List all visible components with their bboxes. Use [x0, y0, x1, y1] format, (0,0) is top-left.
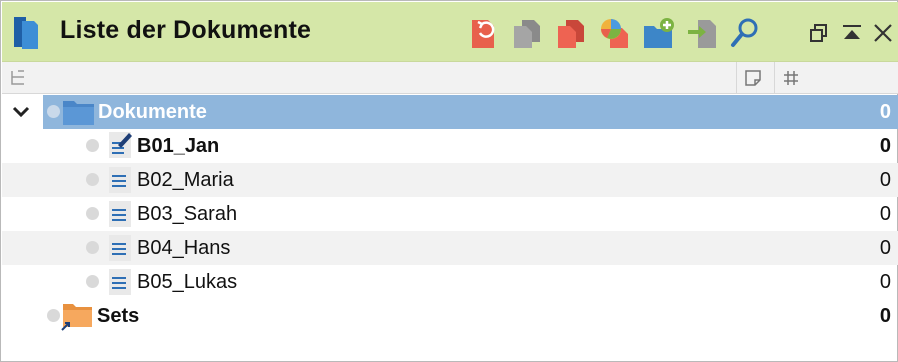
multiple-documents-icon[interactable]	[554, 16, 588, 50]
memo-icon[interactable]	[744, 69, 762, 87]
column-header	[2, 62, 898, 94]
pie-chart-document-icon[interactable]	[598, 16, 632, 50]
document-label: B01_Jan	[137, 135, 220, 157]
column-divider[interactable]	[774, 62, 775, 93]
document-count: 0	[879, 169, 891, 191]
document-count: 0	[879, 237, 891, 259]
collapse-up-icon[interactable]	[841, 22, 863, 44]
status-bullet	[86, 207, 99, 220]
status-bullet	[86, 173, 99, 186]
copy-documents-icon[interactable]	[510, 16, 544, 50]
document-row[interactable]: B03_Sarah 0	[2, 197, 898, 231]
document-label: B04_Hans	[137, 237, 231, 259]
status-bullet	[86, 275, 99, 288]
document-label: B03_Sarah	[137, 203, 238, 225]
sets-row[interactable]: Sets 0	[2, 299, 898, 333]
document-row[interactable]: B02_Maria 0	[2, 163, 898, 197]
chevron-down-icon[interactable]	[11, 104, 31, 120]
document-list-icon	[14, 17, 38, 49]
new-folder-icon[interactable]	[642, 16, 676, 50]
document-row[interactable]: B01_Jan 0	[2, 129, 898, 163]
sets-label: Sets	[97, 305, 140, 327]
hash-icon[interactable]	[782, 69, 800, 87]
tree-structure-icon[interactable]	[10, 70, 26, 86]
search-icon[interactable]	[728, 16, 762, 50]
status-bullet	[47, 105, 60, 118]
document-label: B05_Lukas	[137, 271, 238, 293]
document-edit-icon	[109, 132, 132, 158]
column-divider[interactable]	[736, 62, 737, 93]
sets-folder-icon	[61, 304, 92, 331]
folder-icon	[63, 101, 94, 125]
tree-root-label: Dokumente	[98, 101, 207, 123]
document-count: 0	[879, 203, 891, 225]
window-title: Liste der Dokumente	[60, 16, 312, 44]
status-bullet	[86, 139, 99, 152]
tree-root-count: 0	[879, 101, 891, 123]
document-count: 0	[879, 271, 891, 293]
text-document-icon	[109, 201, 131, 227]
tree-root-row[interactable]: Dokumente 0	[43, 95, 898, 129]
sets-count: 0	[879, 305, 891, 327]
document-row[interactable]: B05_Lukas 0	[2, 265, 898, 299]
text-document-icon	[109, 235, 131, 261]
restore-window-icon[interactable]	[808, 22, 830, 44]
text-document-icon	[109, 269, 131, 295]
document-list-window: Liste der Dokumente Dokumente 0 B01_Jan …	[0, 0, 898, 362]
status-bullet	[86, 241, 99, 254]
document-label: B02_Maria	[137, 169, 234, 191]
document-activate-icon[interactable]	[468, 16, 502, 50]
document-row[interactable]: B04_Hans 0	[2, 231, 898, 265]
document-count: 0	[879, 135, 891, 157]
close-icon[interactable]	[872, 22, 894, 44]
title-bar: Liste der Dokumente	[2, 2, 898, 62]
import-icon[interactable]	[686, 16, 720, 50]
text-document-icon	[109, 167, 131, 193]
status-bullet	[47, 309, 60, 322]
